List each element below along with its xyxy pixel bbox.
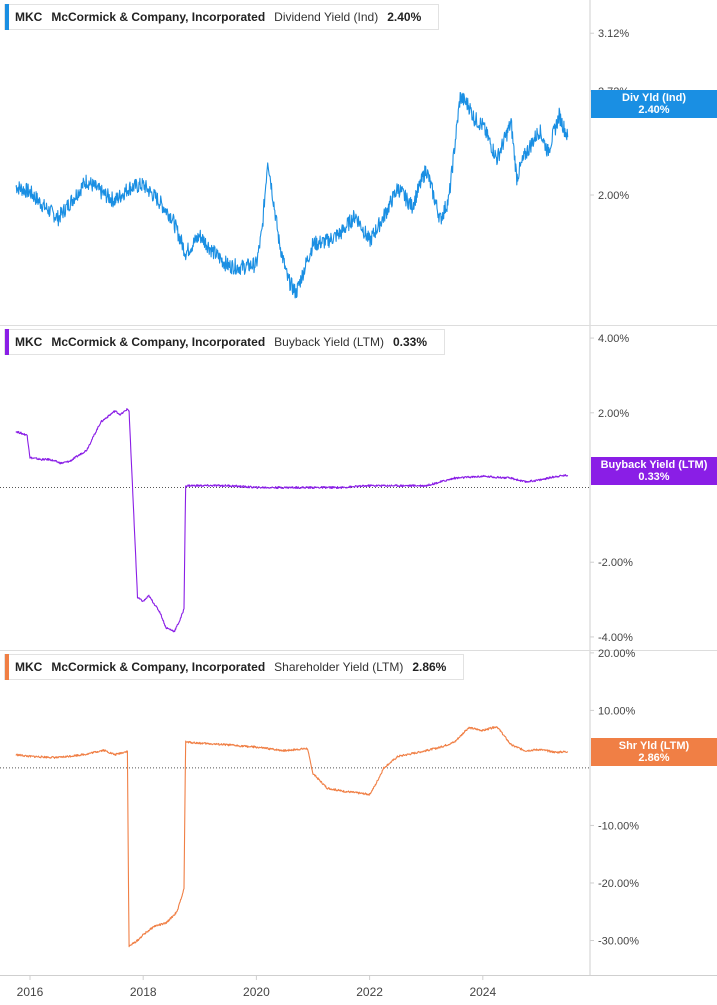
metric-value: 0.33% bbox=[392, 335, 428, 349]
series-line bbox=[15, 91, 569, 299]
y-tick-label: -20.00% bbox=[598, 878, 639, 890]
y-tick-label: 2.00% bbox=[598, 408, 629, 420]
y-tick-label: 4.00% bbox=[598, 333, 629, 345]
x-tick-label: 2020 bbox=[243, 985, 270, 999]
metric-value: 2.40% bbox=[387, 10, 422, 24]
metric-label: Buyback Yield (LTM) bbox=[274, 335, 384, 349]
series-swatch bbox=[5, 654, 9, 680]
x-tick-label: 2024 bbox=[469, 985, 496, 999]
series-swatch bbox=[5, 329, 9, 355]
series-line bbox=[15, 408, 569, 633]
metric-label: Dividend Yield (Ind) bbox=[274, 10, 379, 24]
series-line bbox=[15, 726, 569, 948]
y-tick-label: 3.12% bbox=[598, 28, 629, 40]
legend-buyback-yield: MKC McCormick & Company, Incorporated Bu… bbox=[4, 329, 446, 355]
x-tick-label: 2018 bbox=[130, 985, 157, 999]
y-tick-label: -4.00% bbox=[598, 632, 633, 644]
y-tick-label: -30.00% bbox=[598, 935, 639, 947]
badge-shareholder-yield: Shr Yld (LTM) 2.86% bbox=[591, 738, 717, 766]
badge-buyback-yield: Buyback Yield (LTM) 0.33% bbox=[591, 457, 717, 485]
company-label: McCormick & Company, Incorporated bbox=[51, 660, 266, 674]
chart-canvas: 2.00%2.72%3.12%4.00%2.00%-2.00%-4.00%20.… bbox=[0, 0, 717, 999]
x-tick-label: 2022 bbox=[356, 985, 383, 999]
badge-label: Shr Yld (LTM) bbox=[618, 740, 690, 752]
y-tick-label: 2.00% bbox=[598, 190, 629, 202]
badge-value: 0.33% bbox=[638, 471, 670, 483]
y-tick-label: 10.00% bbox=[598, 705, 636, 717]
x-tick-label: 2016 bbox=[17, 985, 44, 999]
ticker-label: MKC bbox=[15, 335, 43, 349]
metric-value: 2.86% bbox=[412, 660, 447, 674]
y-tick-label: 20.00% bbox=[598, 648, 636, 660]
badge-value: 2.40% bbox=[638, 104, 670, 116]
legend-dividend-yield: MKC McCormick & Company, Incorporated Di… bbox=[4, 4, 440, 30]
company-label: McCormick & Company, Incorporated bbox=[51, 10, 266, 24]
series-swatch bbox=[5, 4, 9, 30]
legend-shareholder-yield: MKC McCormick & Company, Incorporated Sh… bbox=[4, 654, 465, 680]
y-tick-label: -10.00% bbox=[598, 820, 639, 832]
y-tick-label: -2.00% bbox=[598, 557, 633, 569]
ticker-label: MKC bbox=[15, 660, 43, 674]
ticker-label: MKC bbox=[15, 10, 43, 24]
company-label: McCormick & Company, Incorporated bbox=[51, 335, 266, 349]
badge-label: Div Yld (Ind) bbox=[622, 92, 686, 104]
badge-dividend-yield: Div Yld (Ind) 2.40% bbox=[591, 90, 717, 118]
metric-label: Shareholder Yield (LTM) bbox=[274, 660, 404, 674]
badge-label: Buyback Yield (LTM) bbox=[600, 459, 708, 471]
badge-value: 2.86% bbox=[638, 752, 670, 764]
